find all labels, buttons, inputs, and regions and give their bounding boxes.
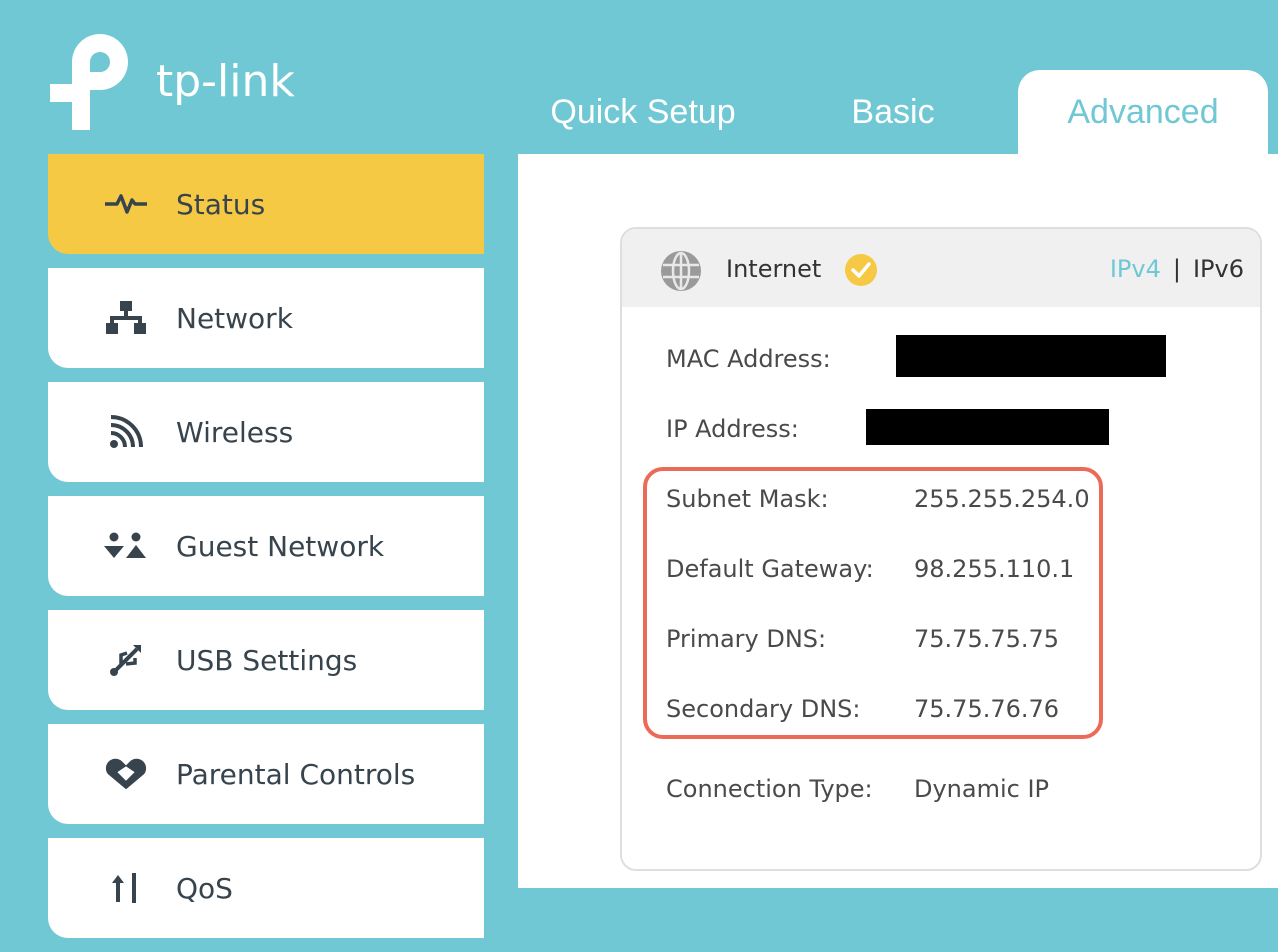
tab-basic[interactable]: Basic xyxy=(818,70,968,154)
heart-icon xyxy=(104,756,148,792)
connection-type-label: Connection Type: xyxy=(666,775,873,803)
sidebar-item-usb-settings[interactable]: USB Settings xyxy=(48,610,484,710)
sidebar-item-label: Wireless xyxy=(176,415,294,449)
connection-type-value: Dynamic IP xyxy=(914,775,1050,803)
sidebar-item-guest-network[interactable]: Guest Network xyxy=(48,496,484,596)
dns-highlight-annotation xyxy=(643,467,1103,739)
sidebar-item-parental-controls[interactable]: Parental Controls xyxy=(48,724,484,824)
tp-link-logo-mark-icon xyxy=(50,34,128,130)
ip-address-value-redacted xyxy=(866,409,1109,445)
sidebar-item-label: Network xyxy=(176,301,293,335)
tp-link-logo: tp-link xyxy=(48,32,318,132)
sidebar: Status Network Wireless Guest Network US… xyxy=(48,154,484,952)
sidebar-item-label: Parental Controls xyxy=(176,757,416,791)
sidebar-item-status[interactable]: Status xyxy=(48,154,484,254)
sidebar-item-label: QoS xyxy=(176,871,233,905)
usb-icon xyxy=(104,642,148,678)
card-title: Internet xyxy=(726,255,822,283)
sidebar-item-label: Status xyxy=(176,187,266,221)
guest-users-icon xyxy=(104,528,148,564)
brand-name: tp-link xyxy=(156,56,295,107)
qos-arrows-icon xyxy=(104,870,148,906)
sidebar-item-label: Guest Network xyxy=(176,529,385,563)
ipv6-link[interactable]: IPv6 xyxy=(1193,255,1244,283)
tab-advanced[interactable]: Advanced xyxy=(1018,70,1268,154)
sidebar-item-qos[interactable]: QoS xyxy=(48,838,484,938)
wifi-signal-icon xyxy=(104,414,148,450)
ip-address-label: IP Address: xyxy=(666,415,799,443)
sidebar-item-network[interactable]: Network xyxy=(48,268,484,368)
sidebar-item-label: USB Settings xyxy=(176,643,358,677)
card-header: Internet IPv4 | IPv6 xyxy=(622,229,1260,307)
top-nav-tabs: Quick Setup Basic Advanced xyxy=(518,70,1278,154)
ipv4-link[interactable]: IPv4 xyxy=(1110,255,1161,283)
mac-address-value-redacted xyxy=(896,335,1166,377)
ip-version-separator: | xyxy=(1172,255,1181,283)
tab-quick-setup[interactable]: Quick Setup xyxy=(528,70,758,154)
mac-address-label: MAC Address: xyxy=(666,345,831,373)
ip-version-switch: IPv4 | IPv6 xyxy=(1110,255,1244,283)
network-topology-icon xyxy=(104,300,148,336)
pulse-icon xyxy=(104,186,148,222)
sidebar-item-wireless[interactable]: Wireless xyxy=(48,382,484,482)
connected-check-icon xyxy=(845,254,877,286)
globe-icon xyxy=(661,251,701,291)
